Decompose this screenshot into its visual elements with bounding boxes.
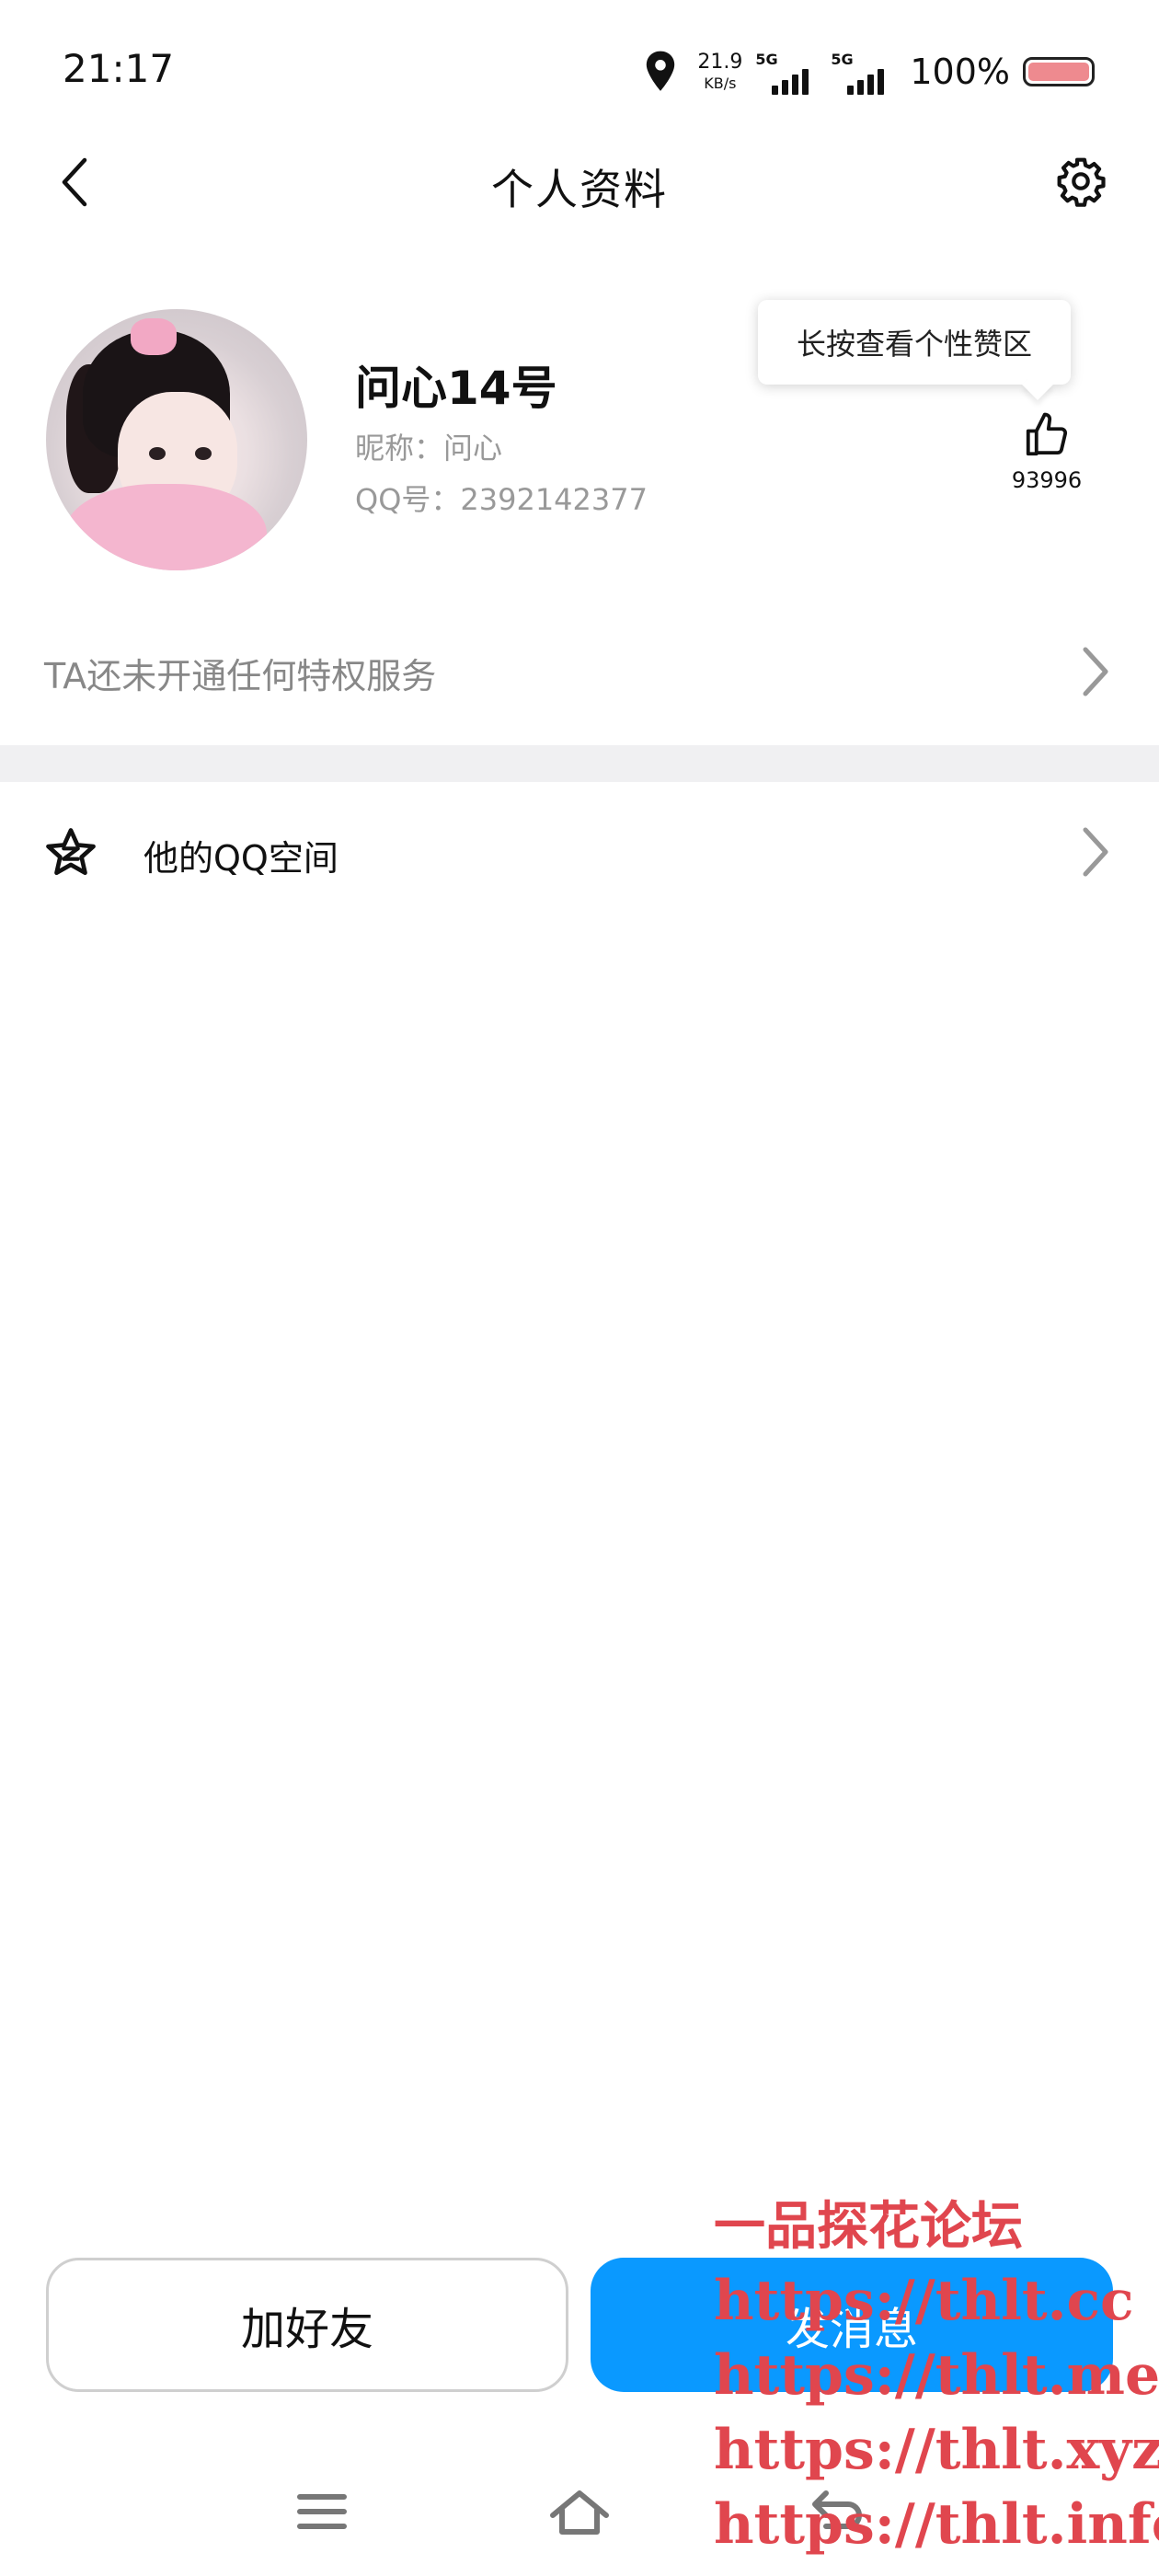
- gear-icon: [1057, 157, 1106, 207]
- like-tooltip-text: 长按查看个性赞区: [796, 327, 1032, 362]
- signal-sim2-icon: 5G: [831, 49, 893, 95]
- qzone-row[interactable]: 他的QQ空间: [0, 806, 1159, 898]
- location-icon: [647, 51, 675, 91]
- top-nav: 个人资料: [0, 138, 1159, 230]
- network-speed: 21.9 KB/s: [697, 52, 742, 91]
- sim2-label: 5G: [831, 51, 854, 68]
- chevron-right-icon: [1083, 827, 1108, 877]
- qzone-label: 他的QQ空间: [143, 838, 339, 879]
- chevron-right-icon: [1083, 647, 1108, 696]
- signal-sim1-icon: 5G: [755, 49, 818, 95]
- menu-icon: [297, 2494, 347, 2529]
- privilege-text: TA还未开通任何特权服务: [44, 656, 437, 696]
- sim1-label: 5G: [755, 51, 778, 68]
- home-button[interactable]: [543, 2475, 616, 2548]
- battery-fill: [1028, 63, 1089, 81]
- system-back-button[interactable]: [800, 2475, 874, 2548]
- menu-button[interactable]: [285, 2475, 359, 2548]
- page-title: 个人资料: [491, 165, 668, 214]
- section-divider: [0, 745, 1159, 782]
- like-count: 93996: [1011, 467, 1083, 493]
- battery-icon: [1023, 57, 1095, 86]
- network-speed-value: 21.9: [697, 51, 743, 74]
- status-indicators: 21.9 KB/s 5G 5G 100%: [642, 44, 1095, 99]
- status-bar: 21:17 21.9 KB/s 5G 5G 100%: [0, 0, 1159, 138]
- system-nav-bar: [0, 2447, 1159, 2576]
- battery-percent: 100%: [910, 52, 1010, 92]
- nickname-text: 昵称：问心: [355, 431, 503, 466]
- add-friend-button[interactable]: 加好友: [46, 2258, 568, 2392]
- avatar[interactable]: [46, 309, 307, 570]
- profile-name: 问心14号: [355, 362, 557, 415]
- like-button[interactable]: [1010, 403, 1084, 467]
- send-message-button[interactable]: 发消息: [591, 2258, 1113, 2392]
- network-speed-unit: KB/s: [704, 75, 737, 92]
- status-time: 21:17: [63, 46, 175, 91]
- thumbs-up-icon: [1026, 412, 1068, 456]
- like-tooltip: 长按查看个性赞区: [758, 300, 1071, 400]
- watermark-line: 一品探花论坛: [714, 2196, 1023, 2257]
- return-icon: [812, 2490, 862, 2529]
- star-icon: [46, 828, 96, 876]
- settings-button[interactable]: [1049, 149, 1113, 213]
- home-icon: [550, 2490, 609, 2535]
- privilege-row[interactable]: TA还未开通任何特权服务: [0, 626, 1159, 718]
- qq-number-text: QQ号：2392142377: [355, 482, 648, 517]
